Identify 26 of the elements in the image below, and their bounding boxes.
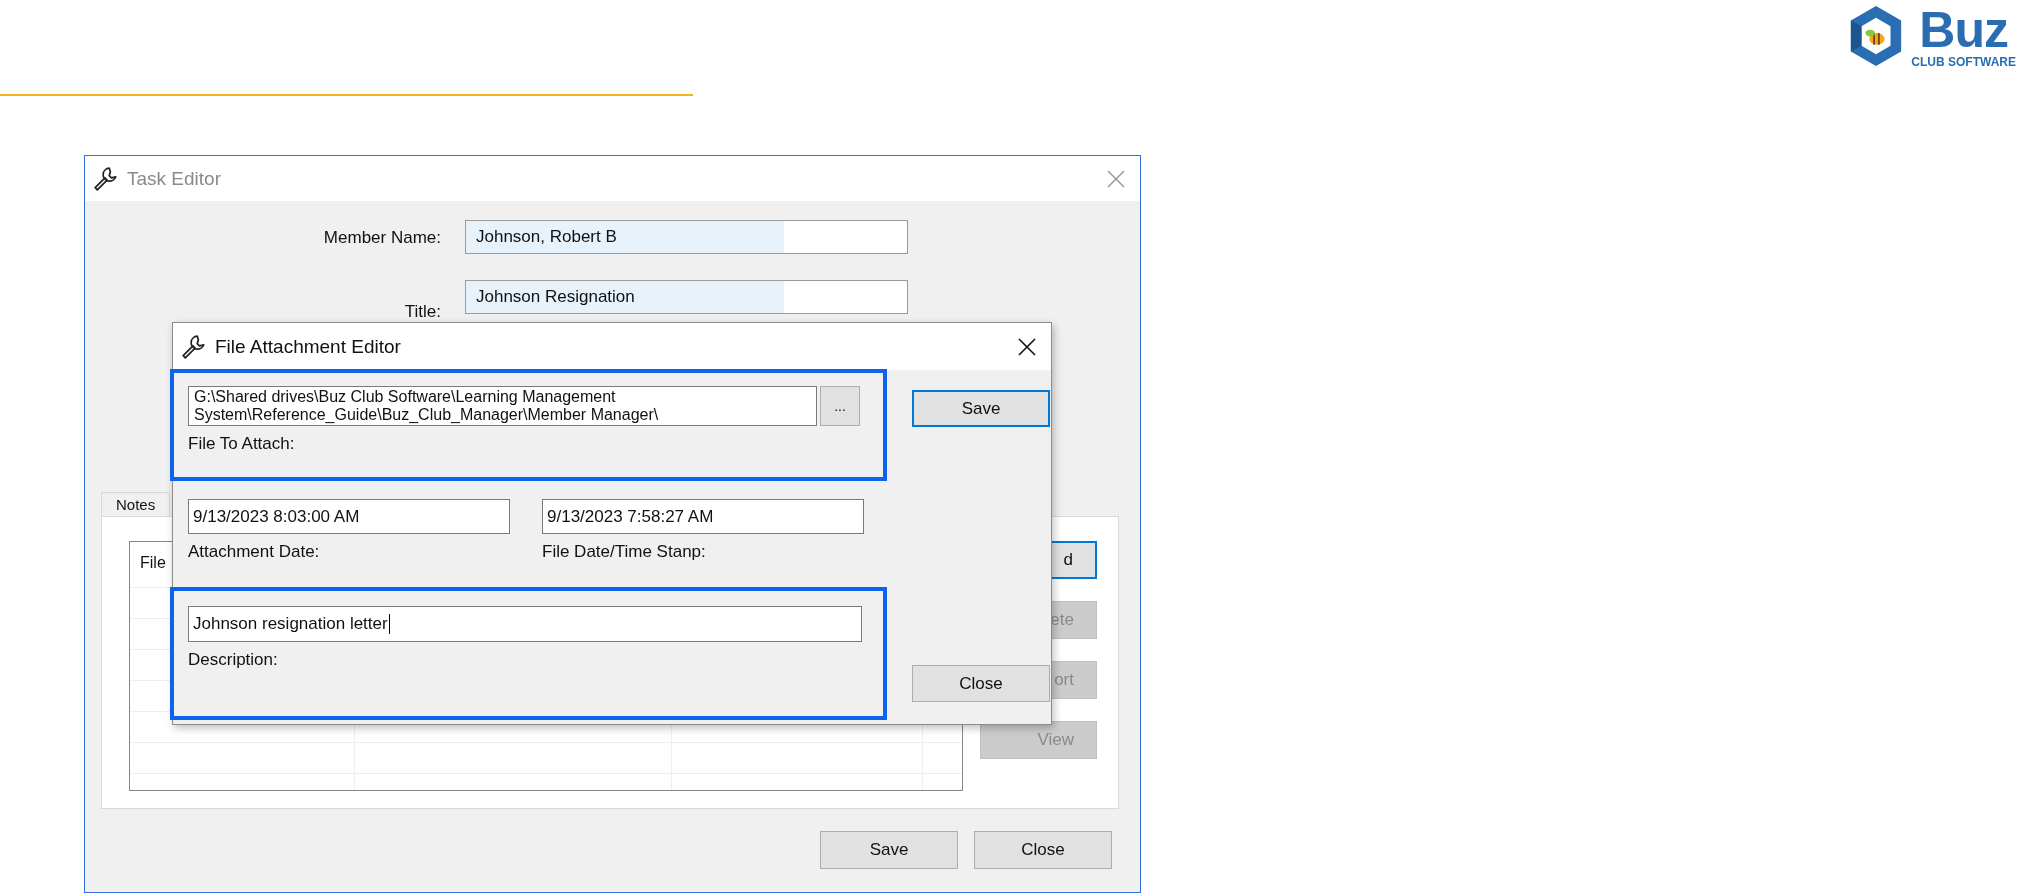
save-button[interactable]: Save <box>912 390 1050 427</box>
logo-name: Buz <box>1919 4 2008 55</box>
field-label: File Date/Time Stanp: <box>542 542 706 562</box>
tab[interactable]: Notes <box>101 492 171 516</box>
wrench-icon <box>181 333 207 360</box>
browse-button[interactable]: ... <box>820 386 860 426</box>
save-button[interactable]: Save <box>820 831 958 869</box>
field-label: Attachment Date: <box>188 542 320 562</box>
description-field[interactable]: Johnson resignation letter <box>188 606 862 642</box>
date-field[interactable]: 9/13/2023 7:58:27 AM <box>542 499 864 534</box>
field-label: File To Attach: <box>188 434 295 454</box>
field-label: Member Name: <box>322 228 441 249</box>
text-field[interactable]: Johnson Resignation <box>465 280 908 314</box>
field-label: Description: <box>188 650 278 670</box>
text-field[interactable]: Johnson, Robert B <box>465 220 908 254</box>
close-button[interactable]: Close <box>912 665 1050 702</box>
close-button[interactable]: Close <box>974 831 1112 869</box>
date-field[interactable]: 9/13/2023 8:03:00 AM <box>188 499 510 534</box>
field-label: Title: <box>403 302 441 322</box>
wrench-icon <box>93 165 119 192</box>
window-title: Task Editor <box>127 167 222 190</box>
dialog-title: File Attachment Editor <box>215 335 402 358</box>
logo-tagline: CLUB SOFTWARE <box>1911 55 2016 68</box>
column-header: File <box>140 554 166 571</box>
file-path-field[interactable]: G:\Shared drives\Buz Club Software\Learning Management System\Reference_Guide\Buz_Club_Manager\Member Manager\ <box>188 386 817 426</box>
close-icon[interactable] <box>1017 336 1037 357</box>
